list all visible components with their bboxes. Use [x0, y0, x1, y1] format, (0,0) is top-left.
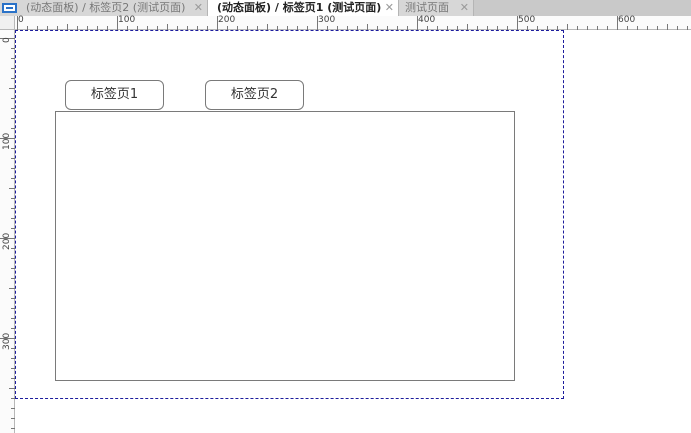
close-icon[interactable]: ✕ [460, 0, 469, 16]
ruler-label: 500 [518, 15, 536, 25]
ruler-vertical[interactable]: 0 100 200 300 [0, 30, 15, 433]
ruler-label: 600 [618, 15, 636, 25]
ruler-label: 200 [2, 232, 12, 250]
ruler-label: 400 [418, 15, 436, 25]
ruler-label: 0 [2, 37, 12, 43]
ruler-ticks-top [17, 16, 688, 30]
close-icon[interactable]: ✕ [194, 0, 203, 16]
ruler-label: 0 [18, 15, 24, 25]
ruler-label: 100 [118, 15, 136, 25]
ruler-label: 200 [218, 15, 236, 25]
tab-test-page[interactable]: 测试页面 ✕ [399, 0, 474, 16]
tab-label: (动态面板) / 标签页1 (测试页面) [217, 1, 382, 14]
ruler-corner [0, 16, 15, 30]
tab-dynamic-panel-tab1[interactable]: (动态面板) / 标签页1 (测试页面) ✕ [208, 0, 399, 16]
tab-label: (动态面板) / 标签页2 (测试页面) [26, 1, 186, 14]
ruler-horizontal[interactable]: 0 100 200 300 400 500 600 [15, 15, 691, 30]
tab-button-2[interactable]: 标签页2 [205, 80, 304, 110]
ruler-ticks-left [0, 38, 15, 429]
ruler-label: 100 [2, 132, 12, 150]
tab-button-1[interactable]: 标签页1 [65, 80, 164, 110]
tab-label: 测试页面 [405, 1, 449, 14]
tab-strip: (动态面板) / 标签页2 (测试页面) ✕ (动态面板) / 标签页1 (测试… [0, 0, 691, 16]
ruler-label: 300 [318, 15, 336, 25]
tab-dynamic-panel-tab2[interactable]: (动态面板) / 标签页2 (测试页面) ✕ [0, 0, 208, 16]
close-icon[interactable]: ✕ [385, 0, 394, 16]
app-page-icon [2, 3, 17, 13]
dynamic-panel-content[interactable] [55, 111, 515, 381]
ruler-label: 300 [2, 332, 12, 350]
